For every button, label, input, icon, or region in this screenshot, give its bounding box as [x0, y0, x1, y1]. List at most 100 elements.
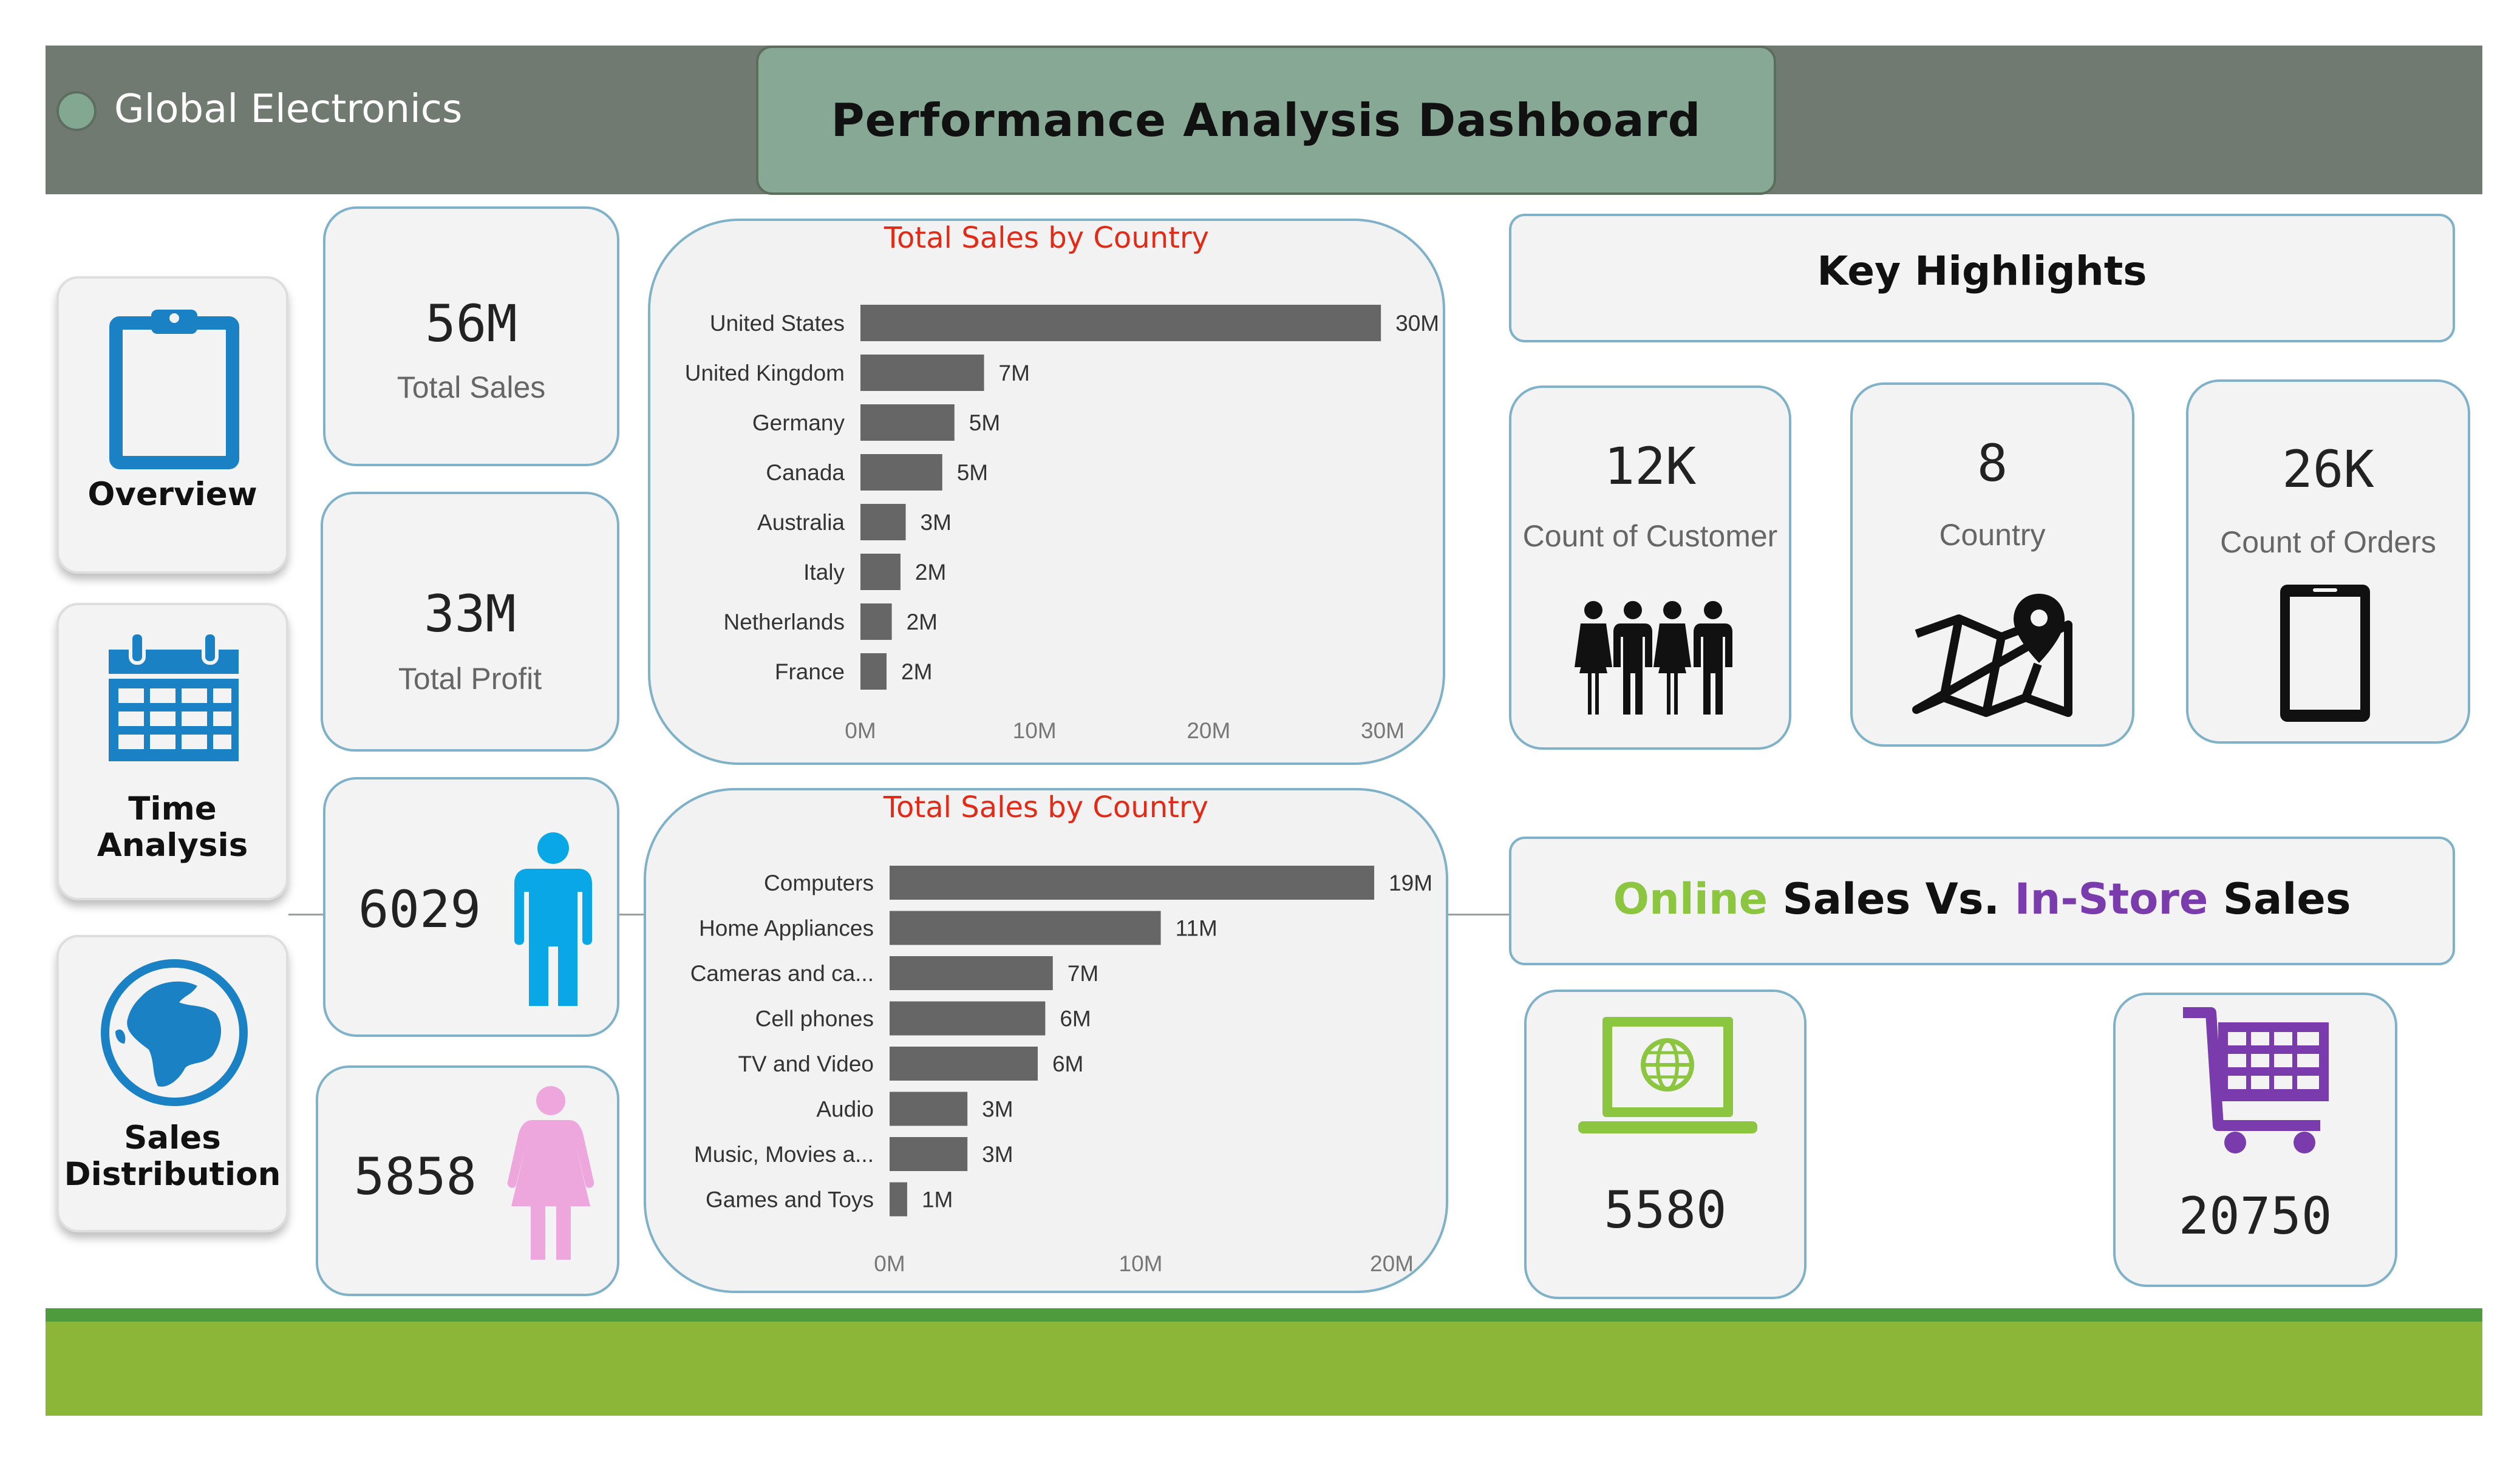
country-chart-x-tick-label: 30M	[1361, 718, 1405, 743]
kpi-total-profit-value: 33M	[424, 584, 516, 644]
nav-sales-distribution-label-line2: Distribution	[64, 1156, 281, 1193]
country-chart-category-label: United Kingdom	[685, 361, 845, 385]
category-chart-category-label: Cameras and ca...	[690, 961, 874, 986]
category-chart-bar	[890, 956, 1053, 990]
male-person-icon	[514, 832, 592, 1006]
kpi-total-sales-label: Total Sales	[397, 370, 546, 404]
country-chart-category-label: Australia	[757, 510, 845, 535]
connector-line	[288, 914, 325, 915]
category-chart-category-label: Cell phones	[755, 1007, 874, 1031]
orders-count-label: Count of Orders	[2220, 525, 2436, 559]
nav-sales-distribution-label-line1: Sales	[124, 1119, 221, 1156]
country-chart-category-label: Canada	[766, 460, 845, 485]
category-chart-x-tick-label: 20M	[1370, 1251, 1414, 1276]
nav-overview-button[interactable]: Overview	[56, 276, 288, 574]
orders-count-value: 26K	[2282, 440, 2374, 499]
category-chart-bar	[890, 911, 1161, 945]
kpi-total-sales-card: 56M Total Sales	[323, 206, 619, 466]
kpi-total-profit-label: Total Profit	[398, 662, 542, 696]
category-chart-category-label: Home Appliances	[699, 916, 874, 941]
category-chart-data-label: 1M	[922, 1187, 953, 1212]
customers-count-card: 12K Count of Customer	[1509, 385, 1791, 750]
country-chart-bar	[860, 355, 984, 391]
group-people-icon	[1575, 601, 1732, 715]
calendar-icon	[109, 633, 239, 761]
online-vs-instore-title: Online Sales Vs. In-Store Sales	[1511, 874, 2453, 924]
nav-time-analysis-label-line1: Time	[128, 790, 217, 827]
category-chart-data-label: 19M	[1389, 871, 1432, 895]
laptop-globe-icon	[1578, 1017, 1757, 1133]
category-chart-data-label: 7M	[1068, 961, 1098, 986]
country-count-label: Country	[1939, 518, 2046, 552]
country-chart-x-tick-label: 20M	[1187, 718, 1230, 743]
online-label: Online	[1613, 874, 1768, 924]
country-chart-x-tick-label: 0M	[845, 718, 876, 743]
instore-sales-value: 20750	[2178, 1186, 2332, 1246]
nav-time-analysis-label-line2: Analysis	[97, 827, 248, 864]
phone-icon	[2280, 585, 2370, 722]
country-chart-data-label: 3M	[921, 510, 952, 535]
key-highlights-title: Key Highlights	[1817, 248, 2147, 294]
sales-label: Sales	[2208, 874, 2351, 924]
category-chart-x-tick-label: 10M	[1119, 1251, 1163, 1276]
country-chart-x-tick-label: 10M	[1013, 718, 1057, 743]
category-chart-bar	[890, 866, 1375, 900]
sales-vs-label: Sales Vs.	[1768, 874, 2015, 924]
category-chart-data-label: 6M	[1060, 1007, 1091, 1031]
sales-by-category-chart: Computers 19M Home Appliances 11M Cameras an…	[690, 866, 1432, 1276]
kpi-male-value: 6029	[358, 880, 482, 939]
connector-line	[616, 914, 645, 915]
category-chart-data-label: 3M	[982, 1142, 1013, 1167]
page-title: Performance Analysis Dashboard	[831, 93, 1701, 147]
orders-count-card: 26K Count of Orders	[2186, 379, 2470, 744]
category-chart-data-label: 11M	[1176, 916, 1217, 941]
category-chart-category-label: Music, Movies a...	[694, 1142, 874, 1167]
category-chart-category-label: Games and Toys	[706, 1187, 874, 1212]
category-chart-bar	[890, 1092, 968, 1126]
category-chart-bar	[890, 1137, 968, 1171]
country-chart-category-label: Italy	[803, 560, 845, 585]
country-chart-bar	[860, 653, 887, 690]
kpi-male-customers-card: 6029	[323, 777, 619, 1037]
category-chart-data-label: 6M	[1052, 1051, 1083, 1076]
country-chart-category-label: Germany	[752, 410, 845, 435]
globe-icon	[101, 959, 248, 1106]
country-chart-data-label: 30M	[1395, 311, 1439, 336]
sales-by-country-chart: United States 30M United Kingdom 7M Germany 5…	[685, 305, 1439, 743]
country-chart-data-label: 5M	[969, 410, 1000, 435]
country-chart-data-label: 5M	[957, 460, 988, 485]
country-count-value: 8	[1977, 433, 2008, 493]
country-chart-data-label: 2M	[915, 560, 946, 585]
sales-by-country-chart-card: Total Sales by Country United States 30M U…	[648, 219, 1445, 765]
country-chart-bar	[860, 305, 1381, 341]
country-chart-category-label: Netherlands	[723, 610, 845, 634]
instore-label: In-Store	[2014, 874, 2208, 924]
clipboard-icon	[109, 310, 239, 469]
category-chart-bar	[890, 1001, 1046, 1036]
kpi-total-profit-card: 33M Total Profit	[321, 492, 619, 752]
category-chart-category-label: TV and Video	[738, 1051, 874, 1076]
connector-line	[1445, 914, 1509, 915]
nav-time-analysis-button[interactable]: Time Analysis	[56, 603, 288, 900]
footer-stripe	[46, 1308, 2482, 1322]
country-chart-bar	[860, 554, 901, 590]
country-chart-data-label: 2M	[907, 610, 938, 634]
female-person-icon	[507, 1086, 594, 1260]
kpi-female-customers-card: 5858	[316, 1065, 619, 1296]
online-vs-instore-banner: Online Sales Vs. In-Store Sales	[1509, 837, 2455, 965]
map-pin-icon	[1912, 594, 2072, 717]
nav-sales-distribution-button[interactable]: Sales Distribution	[56, 935, 288, 1232]
key-highlights-banner: Key Highlights	[1509, 214, 2455, 342]
category-chart-bar	[890, 1182, 907, 1217]
instore-sales-card: 20750	[2113, 993, 2397, 1287]
country-chart-bar	[860, 454, 942, 491]
country-count-card: 8 Country	[1850, 382, 2134, 747]
sales-by-category-chart-card: Total Sales by Country Computers 19M Home …	[644, 788, 1448, 1293]
customers-count-label: Count of Customer	[1522, 519, 1778, 553]
customers-count-value: 12K	[1604, 436, 1697, 496]
country-chart-data-label: 2M	[901, 659, 932, 684]
category-chart-bar	[890, 1047, 1038, 1081]
nav-overview-label: Overview	[87, 476, 257, 513]
country-chart-bar	[860, 603, 892, 640]
brand-logo-icon	[56, 91, 97, 131]
